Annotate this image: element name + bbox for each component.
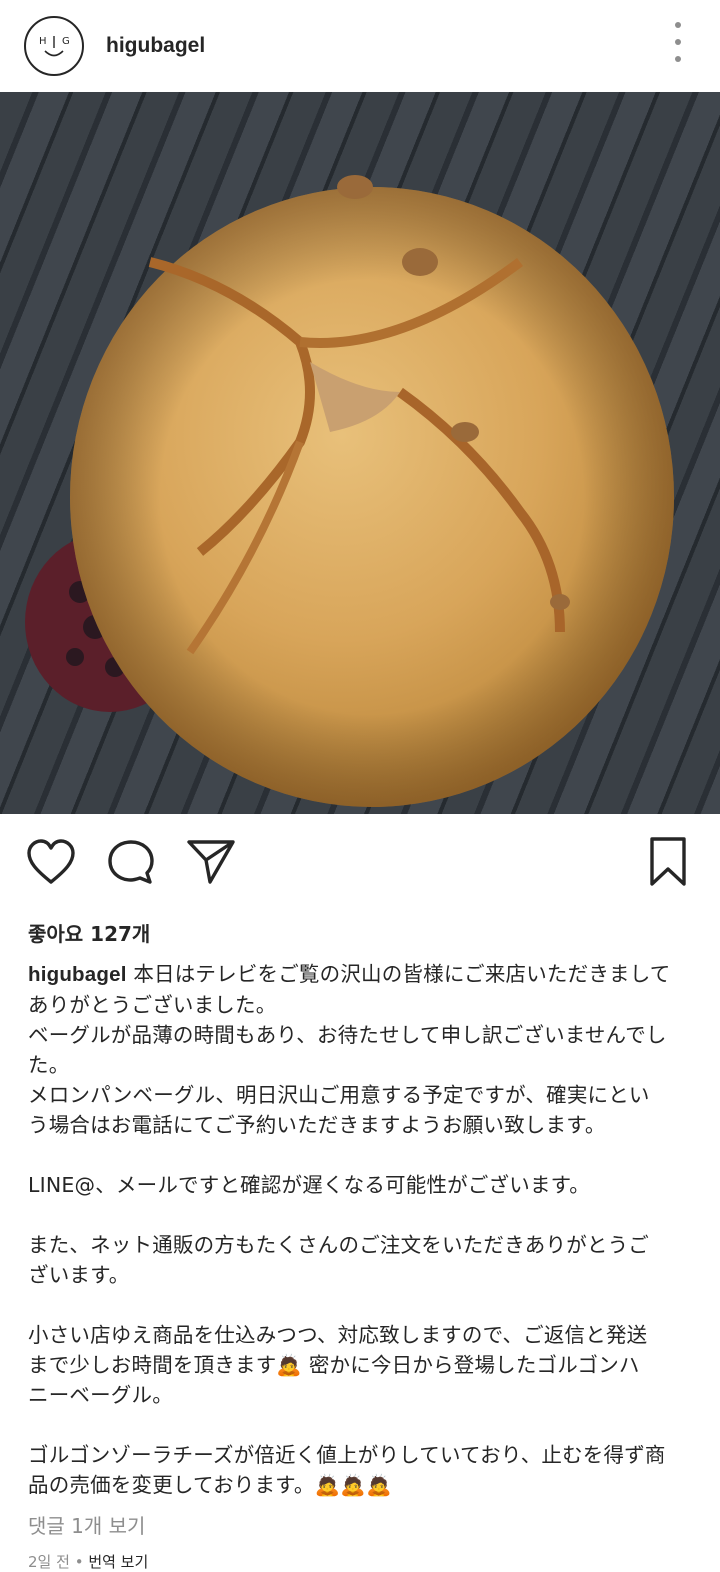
avatar-logo: H G [39,36,70,57]
post-username[interactable]: higubagel [106,34,205,58]
caption-text: 本日はテレビをご覧の沢山の皆様にご来店いただきまして ありがとうございました。 … [28,962,671,1497]
translate-link[interactable]: 번역 보기 [88,1553,148,1571]
send-icon[interactable] [186,838,236,890]
svg-text:G: G [62,36,70,47]
post-image[interactable] [0,92,720,814]
view-comments-link[interactable]: 댓글 1개 보기 [0,1510,720,1539]
comment-icon[interactable] [106,838,156,890]
bookmark-icon[interactable] [648,836,688,892]
meta-separator: • [69,1553,89,1571]
more-vertical-icon[interactable] [668,22,688,62]
likes-count[interactable]: 좋아요 127개 [0,918,720,947]
post-header: H G higubagel [0,0,720,92]
post-time: 2일 전 [28,1553,70,1571]
caption-username[interactable]: higubagel [28,963,127,986]
action-bar [0,814,720,914]
heart-icon[interactable] [26,838,76,890]
caption: higubagel 本日はテレビをご覧の沢山の皆様にご来店いただきまして ありが… [0,959,720,1500]
avatar[interactable]: H G [24,16,84,76]
svg-text:H: H [39,36,47,47]
